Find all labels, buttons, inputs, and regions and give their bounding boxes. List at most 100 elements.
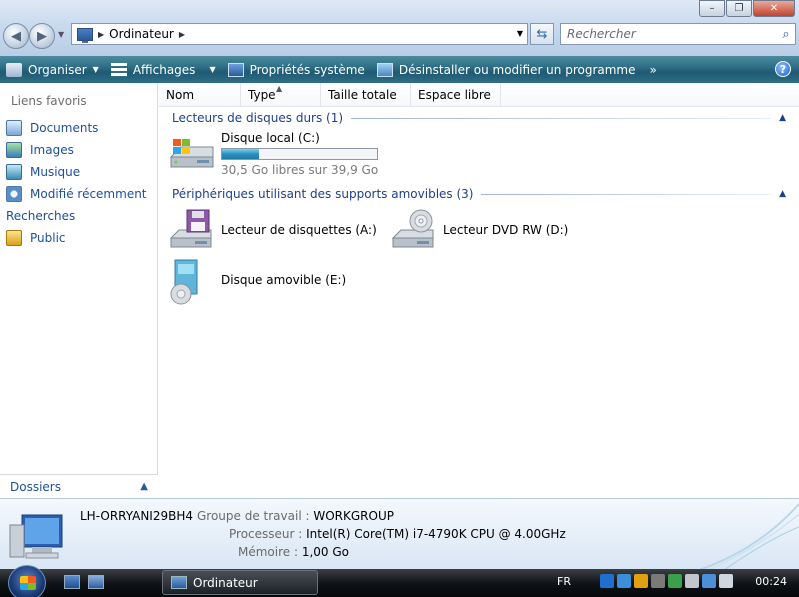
removable-disk-icon xyxy=(167,258,215,305)
forward-button[interactable]: ▶ xyxy=(29,23,55,49)
group-header-hard-drives[interactable]: Lecteurs de disques durs (1) ▲ xyxy=(172,111,786,125)
breadcrumb-chevron-icon[interactable]: ▶ xyxy=(179,30,185,39)
system-properties-label: Propriétés système xyxy=(249,62,365,77)
back-button[interactable]: ◀ xyxy=(3,23,29,49)
public-folder-icon xyxy=(6,230,22,246)
taskbar: Ordinateur FR 00:24 xyxy=(0,565,799,597)
nav-item-documents[interactable]: Documents xyxy=(6,117,147,139)
window-controls: – ❐ ✕ xyxy=(698,0,795,17)
nav-item-public[interactable]: Public xyxy=(6,227,147,249)
nav-item-label: Documents xyxy=(30,121,99,135)
organize-button[interactable]: Organiser ▼ xyxy=(0,56,105,83)
taskbar-button-computer[interactable]: Ordinateur xyxy=(162,570,318,595)
clock[interactable]: 00:24 xyxy=(755,575,787,588)
computer-icon xyxy=(171,576,187,589)
system-properties-button[interactable]: Propriétés système xyxy=(222,56,371,83)
views-icon xyxy=(110,62,127,77)
column-header-name[interactable]: Nom xyxy=(159,83,241,107)
group-divider xyxy=(481,193,772,195)
uninstall-program-button[interactable]: Désinstaller ou modifier un programme xyxy=(371,56,642,83)
back-arrow-icon: ◀ xyxy=(11,28,21,44)
minimize-button[interactable]: – xyxy=(699,0,725,17)
forward-arrow-icon: ▶ xyxy=(37,28,47,44)
device-icon[interactable] xyxy=(685,574,699,588)
folders-label: Dossiers xyxy=(10,479,61,494)
nav-item-label: Recherches xyxy=(6,209,76,223)
dvd-drive-name: Lecteur DVD RW (D:) xyxy=(443,223,569,237)
processor-label: Processeur : xyxy=(229,527,303,541)
bluetooth-icon[interactable] xyxy=(600,574,614,588)
recent-pages-dropdown[interactable]: ▼ xyxy=(58,30,64,39)
breadcrumb-computer[interactable]: Ordinateur xyxy=(109,27,174,41)
music-icon xyxy=(6,164,22,180)
address-bar[interactable]: ▶ Ordinateur ▶ ▼ xyxy=(71,23,528,45)
help-icon[interactable]: ? xyxy=(775,61,791,77)
group-label: Périphériques utilisant des supports amo… xyxy=(172,187,474,201)
folders-toggle[interactable]: Dossiers ▲ xyxy=(0,474,158,498)
nav-item-searches[interactable]: Recherches xyxy=(6,140,582,227)
maximize-button[interactable]: ❐ xyxy=(726,0,752,17)
column-label: Espace libre xyxy=(418,88,491,102)
close-button[interactable]: ✕ xyxy=(753,0,795,17)
documents-icon xyxy=(6,120,22,136)
security-alert-icon[interactable] xyxy=(634,574,648,588)
refresh-button[interactable]: ⇆ xyxy=(530,23,554,45)
organize-label: Organiser xyxy=(28,62,87,77)
floppy-drive-item[interactable]: Lecteur de disquettes (A:) xyxy=(167,208,377,252)
favorite-links-heading: Liens favoris xyxy=(11,94,87,108)
switch-windows-icon[interactable] xyxy=(88,575,104,589)
nav-item-label: Musique xyxy=(30,165,81,179)
search-box: ⌕ xyxy=(560,23,796,45)
computer-icon xyxy=(77,27,93,43)
memory-value: 1,00 Go xyxy=(301,545,350,559)
workgroup-row: Groupe de travail : WORKGROUP xyxy=(197,509,394,523)
column-label: Taille totale xyxy=(328,88,397,102)
column-header-total-size[interactable]: Taille totale xyxy=(321,83,411,107)
drive-c-name: Disque local (C:) xyxy=(221,131,320,145)
network-adapter-icon[interactable] xyxy=(617,574,631,588)
search-icon[interactable]: ⌕ xyxy=(777,27,795,42)
nav-item-recent[interactable]: Modifié récemment xyxy=(6,183,147,205)
system-tray xyxy=(600,574,736,588)
drive-c-item[interactable]: Disque local (C:) 30,5 Go libres sur 39,… xyxy=(167,131,378,177)
drive-c-free-space: 30,5 Go libres sur 39,9 Go xyxy=(221,163,379,177)
window-chrome: – ❐ ✕ ◀ ▶ ▼ ▶ Ordinateur ▶ ▼ ⇆ ⌕ xyxy=(0,0,799,56)
chevron-up-icon: ▲ xyxy=(140,481,148,492)
hard-drive-icon xyxy=(167,131,215,175)
chevron-up-icon: ▲ xyxy=(779,189,786,199)
vmware-icon[interactable] xyxy=(651,574,665,588)
column-header-type[interactable]: ▲ Type xyxy=(241,83,321,107)
breadcrumb-chevron-icon[interactable]: ▶ xyxy=(98,30,104,39)
group-header-removable[interactable]: Périphériques utilisant des supports amo… xyxy=(172,187,786,201)
navigation-pane: Liens favoris Documents Images Musique M… xyxy=(0,83,582,498)
decorative-swoosh xyxy=(699,503,799,570)
floppy-drive-name: Lecteur de disquettes (A:) xyxy=(221,223,377,237)
nav-item-label: Images xyxy=(30,143,74,157)
system-properties-icon xyxy=(227,62,244,77)
volume-icon[interactable] xyxy=(719,574,733,588)
safely-remove-icon[interactable] xyxy=(668,574,682,588)
language-indicator[interactable]: FR xyxy=(557,575,571,588)
floppy-drive-icon xyxy=(167,208,215,252)
more-commands-button[interactable]: » xyxy=(642,63,665,77)
memory-row: Mémoire : 1,00 Go xyxy=(238,545,349,559)
processor-value: Intel(R) Core(TM) i7-4790K CPU @ 4.00GHz xyxy=(306,527,566,541)
drive-c-usage-bar xyxy=(221,148,378,160)
start-button[interactable] xyxy=(8,565,46,597)
recent-icon xyxy=(6,186,22,202)
address-dropdown-icon[interactable]: ▼ xyxy=(517,29,523,38)
search-input[interactable] xyxy=(561,27,777,41)
favorite-links-list: Documents Images Musique Modifié récemme… xyxy=(6,117,582,249)
dvd-drive-icon xyxy=(389,208,437,252)
show-desktop-icon[interactable] xyxy=(64,575,80,589)
nav-item-music[interactable]: Musique xyxy=(6,161,147,183)
nav-item-label: Modifié récemment xyxy=(30,187,147,201)
column-header-free-space[interactable]: Espace libre xyxy=(411,83,501,107)
network-icon[interactable] xyxy=(702,574,716,588)
nav-item-images[interactable]: Images xyxy=(6,139,147,161)
column-header-row: Nom ▲ Type Taille totale Espace libre xyxy=(159,83,799,107)
dvd-drive-item[interactable]: Lecteur DVD RW (D:) xyxy=(389,208,568,252)
chevron-down-icon: ▼ xyxy=(92,65,99,74)
removable-disk-item[interactable]: Disque amovible (E:) xyxy=(167,258,346,305)
views-button[interactable]: Affichages ▼ xyxy=(105,56,222,83)
